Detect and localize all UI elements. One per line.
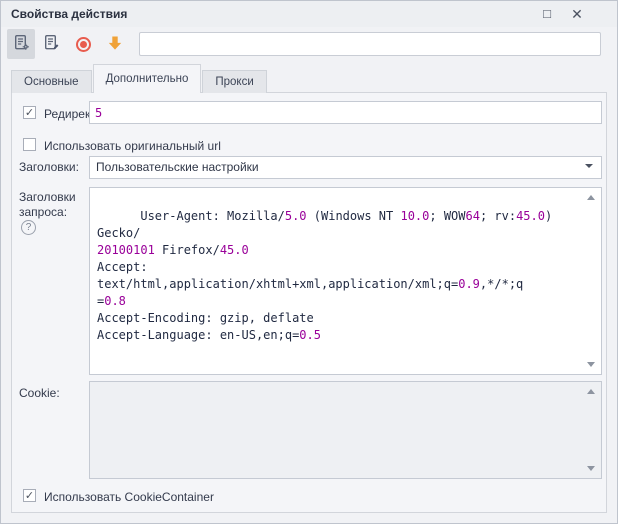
redirect-checkbox[interactable]: ✓ (23, 106, 36, 119)
redirect-count-input[interactable] (89, 101, 602, 124)
action-properties-window: Свойства действия □ ✕ (0, 0, 618, 524)
cookie-label: Cookie: (19, 386, 60, 400)
close-icon: ✕ (571, 6, 583, 22)
cookie-textarea[interactable] (89, 381, 602, 479)
scroll-up-icon[interactable] (587, 195, 595, 200)
record-button[interactable] (69, 29, 97, 59)
down-arrow-icon (106, 34, 124, 55)
edit-action-button[interactable] (37, 29, 65, 59)
download-button[interactable] (101, 29, 129, 59)
close-button[interactable]: ✕ (567, 4, 587, 24)
headers-select-value: Пользовательские настройки (96, 160, 259, 174)
tab-advanced[interactable]: Дополнительно (93, 64, 202, 93)
window-title: Свойства действия (11, 7, 127, 21)
request-headers-label: Заголовки запроса: (19, 190, 81, 220)
chevron-down-icon[interactable] (585, 165, 593, 186)
toolbar-text-input[interactable] (139, 32, 601, 56)
use-cookiecontainer-checkbox[interactable]: ✓ (23, 489, 36, 502)
maximize-icon: □ (543, 6, 551, 21)
request-headers-text: User-Agent: Mozilla/5.0 (Windows NT 10.0… (97, 209, 559, 342)
maximize-button[interactable]: □ (537, 4, 557, 24)
tab-strip: Основные Дополнительно Прокси (11, 64, 607, 93)
toolbar (1, 27, 617, 61)
scroll-up-icon[interactable] (587, 389, 595, 394)
checkmark-icon: ✓ (25, 107, 34, 119)
record-icon (76, 37, 91, 52)
use-cookiecontainer-label[interactable]: Использовать CookieContainer (44, 490, 214, 504)
headers-select-combobox[interactable]: Пользовательские настройки (89, 156, 602, 179)
title-bar: Свойства действия □ ✕ (1, 1, 617, 27)
request-headers-textarea[interactable]: User-Agent: Mozilla/5.0 (Windows NT 10.0… (89, 187, 602, 375)
scroll-down-icon[interactable] (587, 466, 595, 471)
tab-main[interactable]: Основные (11, 70, 92, 93)
use-original-url-checkbox[interactable] (23, 138, 36, 151)
scroll-down-icon[interactable] (587, 362, 595, 367)
document-pencil-icon (43, 34, 60, 54)
checkmark-icon: ✓ (25, 490, 34, 502)
advanced-tab-panel: ✓ Редирект Использовать оригинальный url… (11, 92, 607, 513)
action-properties-button[interactable] (7, 29, 35, 59)
tab-proxy[interactable]: Прокси (202, 70, 266, 93)
document-gear-icon (13, 34, 30, 54)
help-icon[interactable]: ? (21, 220, 36, 235)
headers-select-label: Заголовки: (19, 160, 79, 174)
use-original-url-label[interactable]: Использовать оригинальный url (44, 139, 221, 153)
